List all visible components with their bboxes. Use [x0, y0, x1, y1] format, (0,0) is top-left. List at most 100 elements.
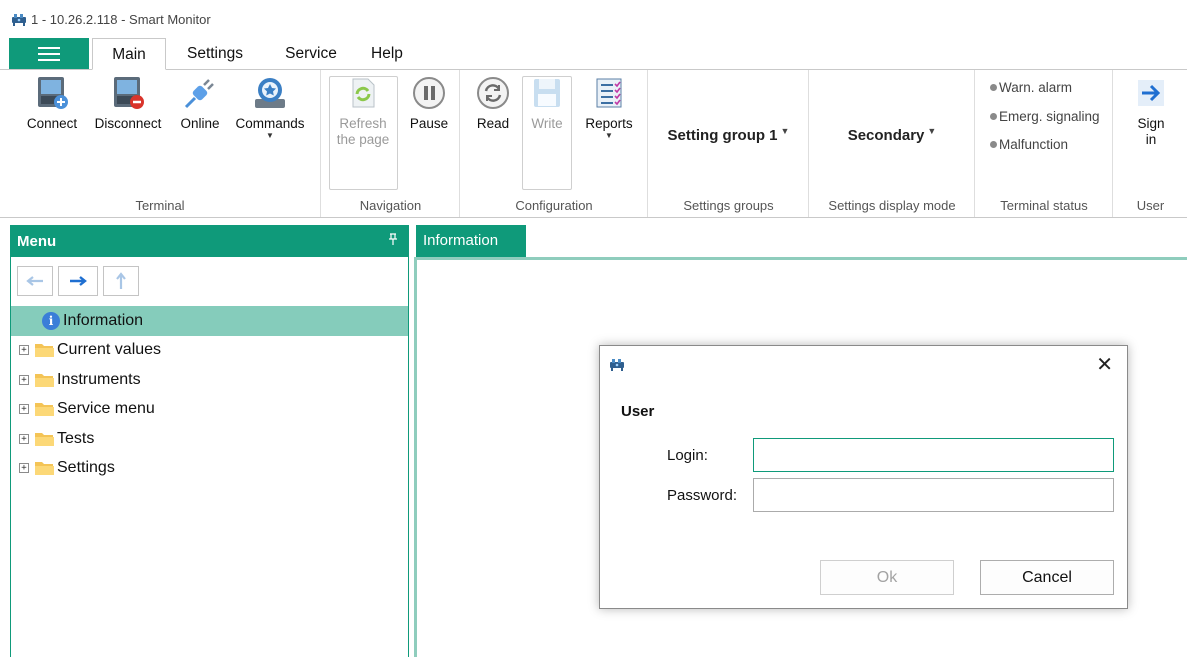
tree-item-information[interactable]: i Information: [11, 306, 408, 336]
online-button[interactable]: Online: [172, 74, 228, 132]
tab-main[interactable]: Main: [92, 38, 166, 70]
app-window: 1 - 10.26.2.118 - Smart Monitor Main Set…: [0, 0, 1187, 657]
expand-icon[interactable]: +: [19, 463, 29, 474]
up-button[interactable]: [103, 266, 139, 296]
write-button[interactable]: Write: [524, 74, 570, 132]
tab-settings[interactable]: Settings: [172, 38, 258, 70]
tree-item-settings[interactable]: + Settings: [11, 454, 408, 484]
tree-item-instruments[interactable]: + Instruments: [11, 365, 408, 395]
group-settings-groups: Setting group 1 ▼ Settings groups: [649, 70, 809, 217]
tree-item-label: Settings: [57, 459, 115, 477]
group-label-terminal: Terminal: [135, 198, 185, 213]
info-icon: i: [42, 311, 60, 330]
folder-icon: [35, 373, 54, 387]
read-button[interactable]: Read: [471, 74, 515, 132]
tree-item-label: Information: [63, 311, 144, 329]
sign-in-button[interactable]: Sign in: [1126, 74, 1176, 148]
status-malfunction: Malfunction: [990, 137, 1068, 152]
title-bar: 1 - 10.26.2.118 - Smart Monitor: [0, 0, 1187, 38]
pause-icon: [410, 74, 448, 112]
group-label-settings-groups: Settings groups: [683, 198, 774, 213]
connect-icon: [33, 74, 71, 112]
group-terminal: Connect Disconnect Online Commands ▼ Ter…: [0, 70, 321, 217]
group-label-configuration: Configuration: [515, 198, 593, 213]
floppy-icon: [528, 74, 566, 112]
disconnect-button[interactable]: Disconnect: [88, 74, 168, 132]
disconnect-icon: [109, 74, 147, 112]
tree-item-label: Instruments: [57, 370, 141, 388]
setting-group-dropdown[interactable]: Setting group 1 ▼: [649, 126, 808, 144]
app-menu-button[interactable]: [9, 38, 89, 69]
folder-icon: [35, 344, 54, 358]
ok-button[interactable]: Ok: [820, 560, 954, 595]
arrow-left-icon: [26, 276, 43, 286]
group-label-user: User: [1136, 198, 1165, 213]
menu-panel: Menu i Information + Current values + In…: [10, 225, 409, 657]
commands-button[interactable]: Commands ▼: [230, 74, 310, 140]
menu-panel-header: Menu: [11, 226, 408, 257]
pin-icon[interactable]: [388, 226, 398, 257]
tab-help[interactable]: Help: [364, 38, 410, 70]
reports-button[interactable]: Reports ▼: [579, 74, 639, 140]
group-display-mode: Secondary ▼ Settings display mode: [810, 70, 975, 217]
status-emerg-signaling: Emerg. signaling: [990, 109, 1100, 124]
arrow-up-icon: [116, 272, 126, 289]
expand-icon[interactable]: +: [19, 404, 29, 415]
commands-dropdown-caret: ▼: [266, 131, 274, 140]
folder-icon: [35, 403, 54, 417]
tree-item-label: Tests: [57, 429, 95, 447]
pause-button[interactable]: Pause: [404, 74, 454, 132]
sign-in-icon: [1132, 74, 1170, 112]
back-button[interactable]: [17, 266, 53, 296]
tree-item-label: Current values: [57, 341, 162, 359]
plug-icon: [181, 74, 219, 112]
password-label: Password:: [667, 487, 738, 504]
commands-icon: [251, 74, 289, 112]
password-field[interactable]: [753, 478, 1114, 512]
refresh-icon: [344, 74, 382, 112]
group-label-display-mode: Settings display mode: [828, 198, 956, 213]
group-terminal-status: Warn. alarm Emerg. signaling Malfunction…: [976, 70, 1113, 217]
tree-item-tests[interactable]: + Tests: [11, 424, 408, 454]
tree-item-label: Service menu: [57, 400, 155, 418]
reports-icon: [590, 74, 628, 112]
ribbon-tab-strip: Main Settings Service Help: [0, 38, 1187, 70]
group-label-navigation: Navigation: [359, 198, 422, 213]
expand-icon[interactable]: +: [19, 374, 29, 385]
tree-item-service-menu[interactable]: + Service menu: [11, 395, 408, 425]
tree-item-current-values[interactable]: + Current values: [11, 336, 408, 366]
forward-button[interactable]: [58, 266, 98, 296]
folder-icon: [35, 462, 54, 476]
status-dot-icon: [990, 113, 997, 120]
expand-icon[interactable]: +: [19, 345, 29, 356]
tab-service[interactable]: Service: [272, 38, 350, 70]
chevron-down-icon: ▼: [780, 126, 790, 136]
group-navigation: Refresh the page Pause Navigation: [322, 70, 460, 217]
menu-panel-title: Menu: [17, 233, 57, 250]
group-user: Sign in User: [1114, 70, 1187, 217]
login-dialog: ✕ User Login: Password: Ok Cancel: [599, 345, 1128, 609]
display-mode-dropdown[interactable]: Secondary ▼: [810, 126, 974, 144]
tab-information[interactable]: Information: [416, 225, 526, 257]
network-device-icon: [609, 358, 625, 377]
group-label-terminal-status: Terminal status: [1000, 198, 1088, 213]
connect-button[interactable]: Connect: [22, 74, 82, 132]
menu-nav-buttons: [17, 266, 139, 296]
hamburger-icon: [38, 46, 60, 61]
close-icon[interactable]: ✕: [1096, 352, 1113, 377]
menu-tree: i Information + Current values + Instrum…: [11, 306, 408, 483]
login-field[interactable]: [753, 438, 1114, 472]
network-device-icon: [11, 13, 27, 32]
read-icon: [474, 74, 512, 112]
cancel-button[interactable]: Cancel: [980, 560, 1114, 595]
refresh-page-button[interactable]: Refresh the page: [332, 74, 394, 148]
group-configuration: Read Write Reports ▼ Configuration: [461, 70, 648, 217]
status-warn-alarm: Warn. alarm: [990, 80, 1072, 95]
expand-icon[interactable]: +: [19, 433, 29, 444]
folder-icon: [35, 432, 54, 446]
status-dot-icon: [990, 141, 997, 148]
ribbon: Connect Disconnect Online Commands ▼ Ter…: [0, 69, 1187, 218]
login-label: Login:: [667, 447, 708, 464]
chevron-down-icon: ▼: [927, 126, 937, 136]
dialog-heading: User: [621, 403, 655, 420]
